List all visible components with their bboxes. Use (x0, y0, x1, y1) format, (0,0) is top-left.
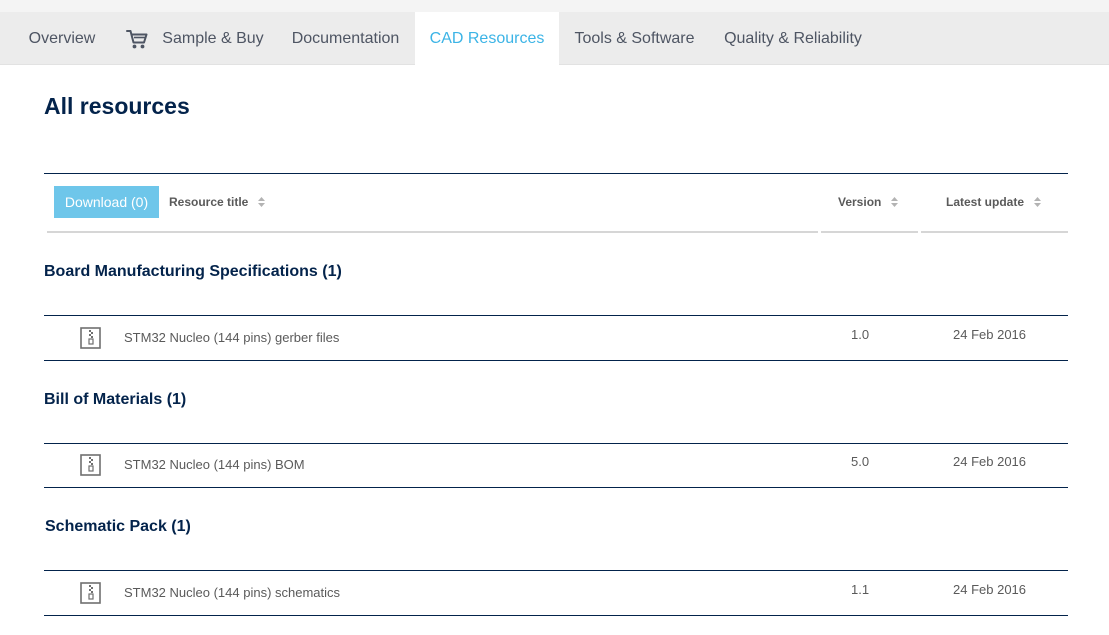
tab-label: Sample & Buy (162, 29, 264, 47)
page-title: All resources (44, 93, 190, 119)
header-underline (821, 231, 918, 233)
top-strip (0, 0, 1109, 12)
row-divider (44, 615, 1068, 616)
resource-version: 1.0 (851, 327, 870, 342)
tab-quality-reliability[interactable]: Quality & Reliability (710, 12, 876, 65)
tab-documentation[interactable]: Documentation (280, 12, 411, 65)
sort-icon (258, 197, 266, 207)
tab-bar: Overview Sample & Buy Documentation CAD … (0, 12, 1109, 66)
column-header-latest-update[interactable]: Latest update (946, 195, 1042, 209)
row-divider (44, 487, 1068, 488)
resource-latest-update: 24 Feb 2016 (953, 582, 1027, 597)
download-button[interactable]: Download (0) (54, 186, 159, 218)
row-divider (44, 315, 1068, 316)
header-underline (921, 231, 1068, 233)
tab-label: CAD Resources (429, 30, 545, 47)
section-title-schematic-pack: Schematic Pack (1) (45, 518, 191, 535)
header-underline (47, 231, 818, 233)
row-divider (44, 443, 1068, 444)
resource-title-link[interactable]: STM32 Nucleo (144 pins) schematics (124, 585, 340, 600)
row-divider (44, 360, 1068, 361)
zip-file-icon[interactable] (80, 454, 101, 476)
resource-title-link[interactable]: STM32 Nucleo (144 pins) gerber files (124, 330, 339, 345)
cart-icon (126, 29, 148, 48)
zip-file-icon[interactable] (80, 327, 101, 349)
zip-file-icon[interactable] (80, 582, 101, 604)
tab-label: Quality & Reliability (724, 29, 862, 47)
section-title-board-manufacturing: Board Manufacturing Specifications (1) (44, 263, 342, 280)
tab-label: Documentation (291, 29, 400, 47)
sort-icon (891, 197, 899, 207)
row-divider (44, 570, 1068, 571)
tab-label: Overview (28, 29, 96, 47)
column-header-resource-title[interactable]: Resource title (169, 195, 266, 209)
resource-version: 1.1 (851, 582, 870, 597)
column-header-label: Resource title (169, 195, 249, 209)
resource-version: 5.0 (851, 454, 870, 469)
tab-overview[interactable]: Overview (14, 12, 110, 65)
tab-tools-software[interactable]: Tools & Software (563, 12, 706, 65)
resource-title-link[interactable]: STM32 Nucleo (144 pins) BOM (124, 457, 305, 472)
column-header-version[interactable]: Version (838, 195, 899, 209)
table-top-rule (44, 173, 1068, 174)
resource-latest-update: 24 Feb 2016 (953, 327, 1027, 342)
resource-latest-update: 24 Feb 2016 (953, 454, 1027, 469)
tab-sample-buy[interactable]: Sample & Buy (114, 12, 276, 65)
column-header-label: Version (838, 195, 882, 209)
section-title-bill-of-materials: Bill of Materials (1) (44, 391, 187, 408)
tab-label: Tools & Software (574, 29, 695, 47)
column-header-label: Latest update (946, 195, 1025, 209)
tab-cad-resources[interactable]: CAD Resources (415, 12, 559, 66)
sort-icon (1034, 197, 1042, 207)
